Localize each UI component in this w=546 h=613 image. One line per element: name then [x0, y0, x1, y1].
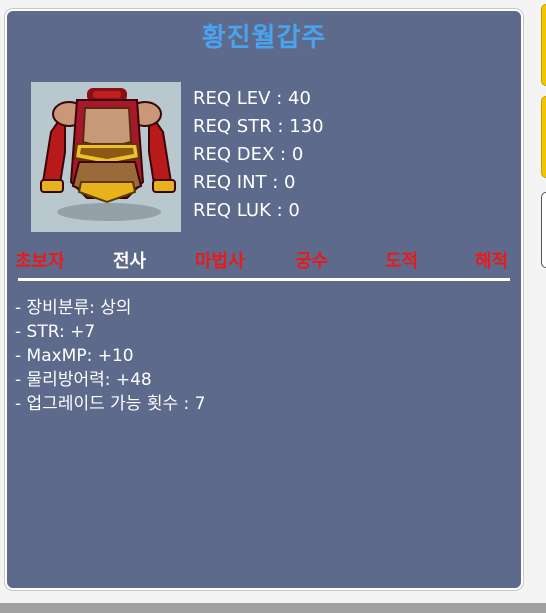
stat-defense: - 물리방어력: +48 — [15, 370, 152, 390]
divider — [18, 278, 510, 281]
req-level: REQ LEV : 40 — [193, 88, 311, 109]
requirements-list: REQ LEV : 40 REQ STR : 130 REQ DEX : 0 R… — [193, 85, 324, 225]
req-int: REQ INT : 0 — [193, 172, 296, 193]
stats-list: - 장비분류: 상의 - STR: +7 - MaxMP: +10 - 물리방어… — [15, 296, 205, 416]
job-warrior: 전사 — [113, 251, 147, 272]
red-gold-armor-icon — [40, 88, 176, 221]
item-tooltip: 황진월갑주 REQ LEV: 40 REQ STR: 130 REQ DEX… — [5, 9, 523, 590]
stat-category: - 장비분류: 상의 — [15, 298, 132, 318]
stat-str: - STR: +7 — [15, 322, 96, 342]
item-name: 황진월갑주 — [201, 23, 327, 53]
side-tab-yellow-1[interactable] — [541, 4, 546, 86]
job-thief: 도적 — [385, 251, 419, 272]
req-dex: REQ DEX : 0 — [193, 144, 304, 165]
req-luk: REQ LUK : 0 — [193, 200, 300, 221]
job-magician: 마법사 — [195, 251, 245, 272]
side-tab-white[interactable] — [541, 192, 546, 268]
job-bowman: 궁수 — [295, 251, 329, 272]
job-list: 초보자 전사 마법사 궁수 도적 해적 — [15, 247, 511, 272]
side-tab-yellow-2[interactable] — [541, 96, 546, 178]
job-pirate: 해적 — [475, 251, 509, 272]
stat-maxmp: - MaxMP: +10 — [15, 346, 134, 366]
bottom-bar — [0, 603, 546, 613]
item-image — [31, 82, 181, 232]
req-str: REQ STR : 130 — [193, 116, 324, 137]
job-beginner: 초보자 — [15, 251, 65, 272]
stat-upgrades: - 업그레이드 가능 횟수 : 7 — [15, 394, 206, 414]
